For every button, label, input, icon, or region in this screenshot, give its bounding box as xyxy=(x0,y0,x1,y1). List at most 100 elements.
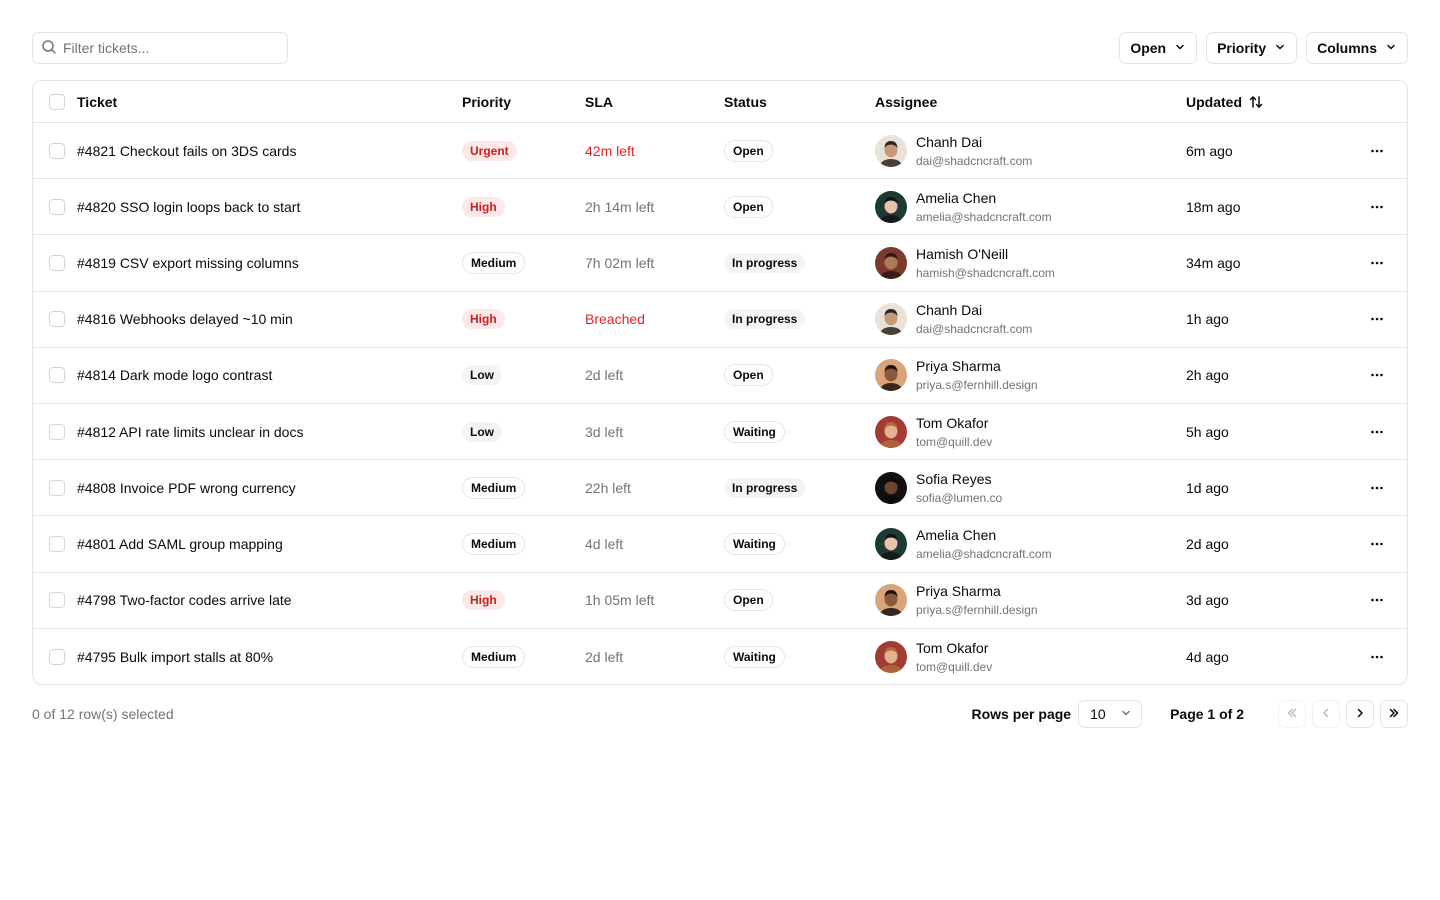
table-row[interactable]: #4814 Dark mode logo contrast Low 2d left O… xyxy=(33,348,1407,404)
ticket-title[interactable]: #4801 Add SAML group mapping xyxy=(77,536,283,552)
ticket-title[interactable]: #4820 SSO login loops back to start xyxy=(77,199,300,215)
ticket-title[interactable]: #4798 Two-factor codes arrive late xyxy=(77,592,292,608)
row-select-checkbox[interactable] xyxy=(49,592,65,609)
row-actions-button[interactable] xyxy=(1363,516,1391,571)
previous-page-button[interactable] xyxy=(1312,700,1340,728)
row-actions-button[interactable] xyxy=(1363,292,1391,347)
avatar xyxy=(875,640,907,673)
column-header-updated-label: Updated xyxy=(1186,93,1242,110)
column-header-updated[interactable]: Updated xyxy=(1186,81,1264,122)
row-select-checkbox[interactable] xyxy=(49,311,65,328)
sla-text: Breached xyxy=(585,311,645,328)
row-actions-button[interactable] xyxy=(1363,460,1391,515)
more-horizontal-icon xyxy=(1369,592,1385,608)
table-row[interactable]: #4798 Two-factor codes arrive late High 1h… xyxy=(33,573,1407,629)
table-row[interactable]: #4801 Add SAML group mapping Medium 4d lef… xyxy=(33,516,1407,573)
column-header-ticket[interactable]: Ticket xyxy=(77,81,117,122)
row-select-checkbox[interactable] xyxy=(49,535,65,552)
row-select-checkbox[interactable] xyxy=(49,254,65,271)
chevron-down-icon xyxy=(1174,40,1186,56)
priority-filter-button[interactable]: Priority xyxy=(1206,32,1298,64)
rows-per-page-select[interactable]: 10 xyxy=(1078,700,1143,728)
sla-text: 22h left xyxy=(585,479,631,496)
more-horizontal-icon xyxy=(1369,143,1385,159)
table-row[interactable]: #4808 Invoice PDF wrong currency Medium 22… xyxy=(33,460,1407,517)
priority-badge: Medium xyxy=(462,251,526,274)
row-actions-button[interactable] xyxy=(1363,348,1391,403)
table-row[interactable]: #4816 Webhooks delayed ~10 min High Breach… xyxy=(33,292,1407,348)
status-badge: Open xyxy=(724,139,773,162)
chevrons-left-icon xyxy=(1285,706,1299,723)
row-select-checkbox[interactable] xyxy=(49,198,65,215)
status-badge: Waiting xyxy=(724,420,785,443)
ticket-title[interactable]: #4814 Dark mode logo contrast xyxy=(77,367,272,383)
rows-per-page-label: Rows per page xyxy=(971,706,1072,722)
more-horizontal-icon xyxy=(1369,649,1385,665)
table-body: #4821 Checkout fails on 3DS cards Urgent 4… xyxy=(33,123,1407,684)
avatar xyxy=(875,584,907,617)
table-row[interactable]: #4795 Bulk import stalls at 80% Medium 2d … xyxy=(33,629,1407,684)
column-header-assignee[interactable]: Assignee xyxy=(875,81,937,122)
sla-text: 2h 14m left xyxy=(585,198,655,215)
row-actions-button[interactable] xyxy=(1363,179,1391,234)
priority-badge: Urgent xyxy=(462,140,517,161)
last-page-button[interactable] xyxy=(1380,700,1408,728)
next-page-button[interactable] xyxy=(1346,700,1374,728)
ticket-title[interactable]: #4808 Invoice PDF wrong currency xyxy=(77,480,296,496)
assignee-name: Priya Sharma xyxy=(916,583,1001,600)
row-select-checkbox[interactable] xyxy=(49,142,65,159)
assignee-email: amelia@shadcncraft.com xyxy=(916,209,1052,224)
column-header-priority[interactable]: Priority xyxy=(462,81,511,122)
row-select-checkbox[interactable] xyxy=(49,479,65,496)
priority-filter-label: Priority xyxy=(1217,40,1267,56)
more-horizontal-icon xyxy=(1369,480,1385,496)
status-badge: Waiting xyxy=(724,532,785,555)
more-horizontal-icon xyxy=(1369,199,1385,215)
priority-badge: Low xyxy=(462,421,502,442)
table-row[interactable]: #4821 Checkout fails on 3DS cards Urgent 4… xyxy=(33,123,1407,180)
table-row[interactable]: #4820 SSO login loops back to start High 2… xyxy=(33,179,1407,236)
row-select-checkbox[interactable] xyxy=(49,648,65,665)
assignee-name: Sofia Reyes xyxy=(916,470,992,487)
select-all-checkbox[interactable] xyxy=(49,93,65,110)
updated-time: 6m ago xyxy=(1186,142,1233,159)
column-header-status[interactable]: Status xyxy=(724,81,767,122)
row-select-checkbox[interactable] xyxy=(49,423,65,440)
updated-time: 1h ago xyxy=(1186,311,1229,328)
chevron-down-icon xyxy=(1385,40,1397,56)
updated-time: 34m ago xyxy=(1186,254,1241,271)
row-actions-button[interactable] xyxy=(1363,123,1391,178)
columns-button[interactable]: Columns xyxy=(1306,32,1408,64)
sla-text: 7h 02m left xyxy=(585,254,655,271)
priority-badge: High xyxy=(462,590,505,611)
ticket-title[interactable]: #4819 CSV export missing columns xyxy=(77,255,299,271)
assignee-email: tom@quill.dev xyxy=(916,659,993,674)
table-row[interactable]: #4812 API rate limits unclear in docs Low… xyxy=(33,404,1407,461)
sla-text: 3d left xyxy=(585,423,624,440)
assignee-name: Priya Sharma xyxy=(916,358,1001,375)
row-actions-button[interactable] xyxy=(1363,404,1391,459)
first-page-button[interactable] xyxy=(1278,700,1306,728)
table-row[interactable]: #4819 CSV export missing columns Medium 7h… xyxy=(33,235,1407,292)
row-actions-button[interactable] xyxy=(1363,629,1391,684)
ticket-title[interactable]: #4812 API rate limits unclear in docs xyxy=(77,424,303,440)
assignee-name: Hamish O'Neill xyxy=(916,245,1009,262)
ticket-title[interactable]: #4821 Checkout fails on 3DS cards xyxy=(77,143,296,159)
avatar xyxy=(875,471,907,504)
pagination: Rows per page 10 Page 1 of 2 xyxy=(971,700,1408,728)
assignee-email: dai@shadcncraft.com xyxy=(916,153,1033,168)
search-input-wrapper[interactable] xyxy=(32,32,288,64)
sort-icon[interactable] xyxy=(1248,94,1264,110)
row-select-checkbox[interactable] xyxy=(49,367,65,384)
assignee-email: sofia@lumen.co xyxy=(916,490,1003,505)
sla-text: 4d left xyxy=(585,535,624,552)
chevron-down-icon xyxy=(1274,40,1286,56)
more-horizontal-icon xyxy=(1369,424,1385,440)
column-header-sla[interactable]: SLA xyxy=(585,81,613,122)
search-input[interactable] xyxy=(63,40,263,56)
status-filter-button[interactable]: Open xyxy=(1119,32,1198,64)
ticket-title[interactable]: #4795 Bulk import stalls at 80% xyxy=(77,649,273,665)
ticket-title[interactable]: #4816 Webhooks delayed ~10 min xyxy=(77,311,293,327)
row-actions-button[interactable] xyxy=(1363,235,1391,290)
row-actions-button[interactable] xyxy=(1363,573,1391,628)
